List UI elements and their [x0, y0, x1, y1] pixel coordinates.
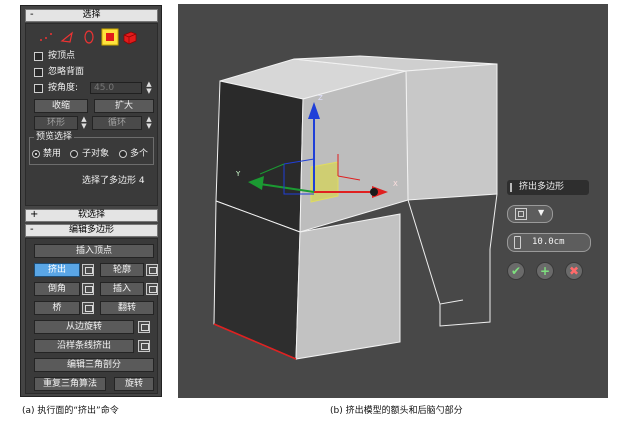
element-mode-icon[interactable] — [123, 31, 137, 45]
soft-selection-rollout-header[interactable]: + 软选择 — [25, 209, 158, 222]
edit-polygons-title: 编辑多边形 — [68, 225, 114, 235]
preview-off-label: 禁用 — [43, 149, 62, 159]
subobject-level-toolbar — [40, 28, 137, 46]
outline-settings-button[interactable] — [146, 264, 158, 276]
bridge-settings-button[interactable] — [82, 302, 94, 314]
soft-selection-title: 软选择 — [77, 210, 105, 220]
extrusion-height-field[interactable]: 10.0cm — [507, 233, 591, 252]
angle-spinner[interactable]: ▲ ▼ — [145, 81, 153, 95]
caddy-drag-handle[interactable] — [510, 183, 512, 192]
close-icon[interactable]: ✖ — [565, 262, 583, 280]
bevel-settings-button[interactable] — [82, 283, 94, 295]
side-face-center-upper[interactable] — [299, 70, 409, 233]
selection-status-text: 选择了多边形 4 — [82, 176, 145, 186]
edit-polygons-rollout-header[interactable]: - 编辑多边形 — [25, 224, 158, 237]
x-axis-tip — [370, 188, 378, 196]
by-vertex-label: 按顶点 — [48, 51, 76, 61]
bridge-button[interactable]: 桥 — [34, 301, 80, 315]
side-face-right-upper[interactable] — [405, 63, 498, 201]
retriangulate-button[interactable]: 重复三角算法 — [34, 377, 106, 391]
shrink-button[interactable]: 收缩 — [34, 99, 88, 113]
bevel-button[interactable]: 倒角 — [34, 282, 80, 296]
hinge-settings-button[interactable] — [138, 321, 150, 333]
angle-input[interactable]: 45.0 — [90, 82, 142, 94]
by-angle-checkbox[interactable] — [34, 84, 43, 93]
preview-subobject-label: 子对象 — [82, 149, 110, 159]
extrude-spline-settings-button[interactable] — [138, 340, 150, 352]
ignore-backfacing-checkbox[interactable] — [34, 68, 43, 77]
extrude-along-spline-button[interactable]: 沿样条线挤出 — [34, 339, 134, 353]
perspective-viewport[interactable]: Z X Y — [178, 4, 608, 398]
height-icon — [514, 236, 521, 249]
ignore-backfacing-label: 忽略背面 — [48, 67, 85, 77]
edit-triangulation-button[interactable]: 编辑三角剖分 — [34, 358, 154, 372]
hinge-from-edge-button[interactable]: 从边旋转 — [34, 320, 134, 334]
command-panel: - 选择 按顶点 忽略背面 按角度: 45.0 ▲ ▼ 收缩 扩大 环形 ▲ ▼… — [20, 5, 162, 397]
insert-vertex-button[interactable]: 插入顶点 — [34, 244, 154, 258]
selection-rollout-header[interactable]: - 选择 — [25, 9, 158, 22]
preview-multi-radio[interactable] — [119, 150, 127, 158]
grow-button[interactable]: 扩大 — [94, 99, 154, 113]
edge-mode-icon[interactable] — [60, 31, 73, 43]
loop-button[interactable]: 循环 — [92, 116, 142, 130]
inset-button[interactable]: 插入 — [100, 282, 144, 296]
x-axis-label: X — [393, 180, 398, 188]
preview-subobject-radio[interactable] — [70, 150, 78, 158]
caption-a: (a) 执行面的“挤出”命令 — [22, 406, 119, 416]
selected-polygon[interactable] — [310, 161, 339, 203]
caption-b: (b) 挤出模型的额头和后脑勺部分 — [330, 406, 463, 416]
chevron-down-icon: ▼ — [538, 208, 545, 217]
vertex-mode-icon[interactable] — [40, 33, 52, 41]
caddy-title-text: 挤出多边形 — [519, 182, 565, 192]
viewport-scene: Z X Y — [213, 55, 498, 360]
group-extrude-icon — [515, 208, 527, 220]
preview-selection-label: 预览选择 — [34, 132, 75, 143]
extrude-button[interactable]: 挤出 — [34, 263, 80, 277]
ring-spinner[interactable]: ▲ ▼ — [80, 116, 88, 130]
back-wire-edges — [407, 193, 498, 327]
loop-spinner[interactable]: ▲ ▼ — [145, 116, 153, 130]
z-axis-label: Z — [318, 94, 323, 102]
ring-button[interactable]: 环形 — [34, 116, 78, 130]
selection-rollout-body: 按顶点 忽略背面 按角度: 45.0 ▲ ▼ 收缩 扩大 环形 ▲ ▼ 循环 ▲ ▼ … — [25, 23, 158, 206]
y-axis-label: Y — [235, 170, 241, 178]
check-icon[interactable]: ✔ — [507, 262, 525, 280]
height-value: 10.0cm — [532, 237, 565, 247]
preview-multi-label: 多个 — [130, 149, 149, 159]
selection-rollout-title: 选择 — [82, 10, 101, 20]
extrude-caddy-title[interactable]: 挤出多边形 — [507, 180, 589, 195]
inset-settings-button[interactable] — [146, 283, 158, 295]
polygon-mode-icon[interactable] — [101, 28, 119, 46]
outline-button[interactable]: 轮廓 — [100, 263, 144, 277]
preview-off-radio[interactable] — [32, 150, 40, 158]
extrude-settings-button[interactable] — [82, 264, 94, 276]
turn-button[interactable]: 旋转 — [114, 377, 154, 391]
border-mode-icon[interactable] — [84, 30, 94, 44]
flip-button[interactable]: 翻转 — [100, 301, 154, 315]
by-angle-label: 按角度: — [48, 83, 79, 93]
by-vertex-checkbox[interactable] — [34, 52, 43, 61]
plus-icon[interactable]: + — [536, 262, 554, 280]
edit-polygons-rollout-body: 插入顶点 挤出 轮廓 倒角 插入 桥 翻转 从边旋转 沿样条线挤出 编辑三角剖分… — [25, 238, 158, 394]
side-face-center-lower[interactable] — [295, 213, 401, 360]
extrusion-type-dropdown[interactable]: ▼ — [507, 205, 553, 223]
